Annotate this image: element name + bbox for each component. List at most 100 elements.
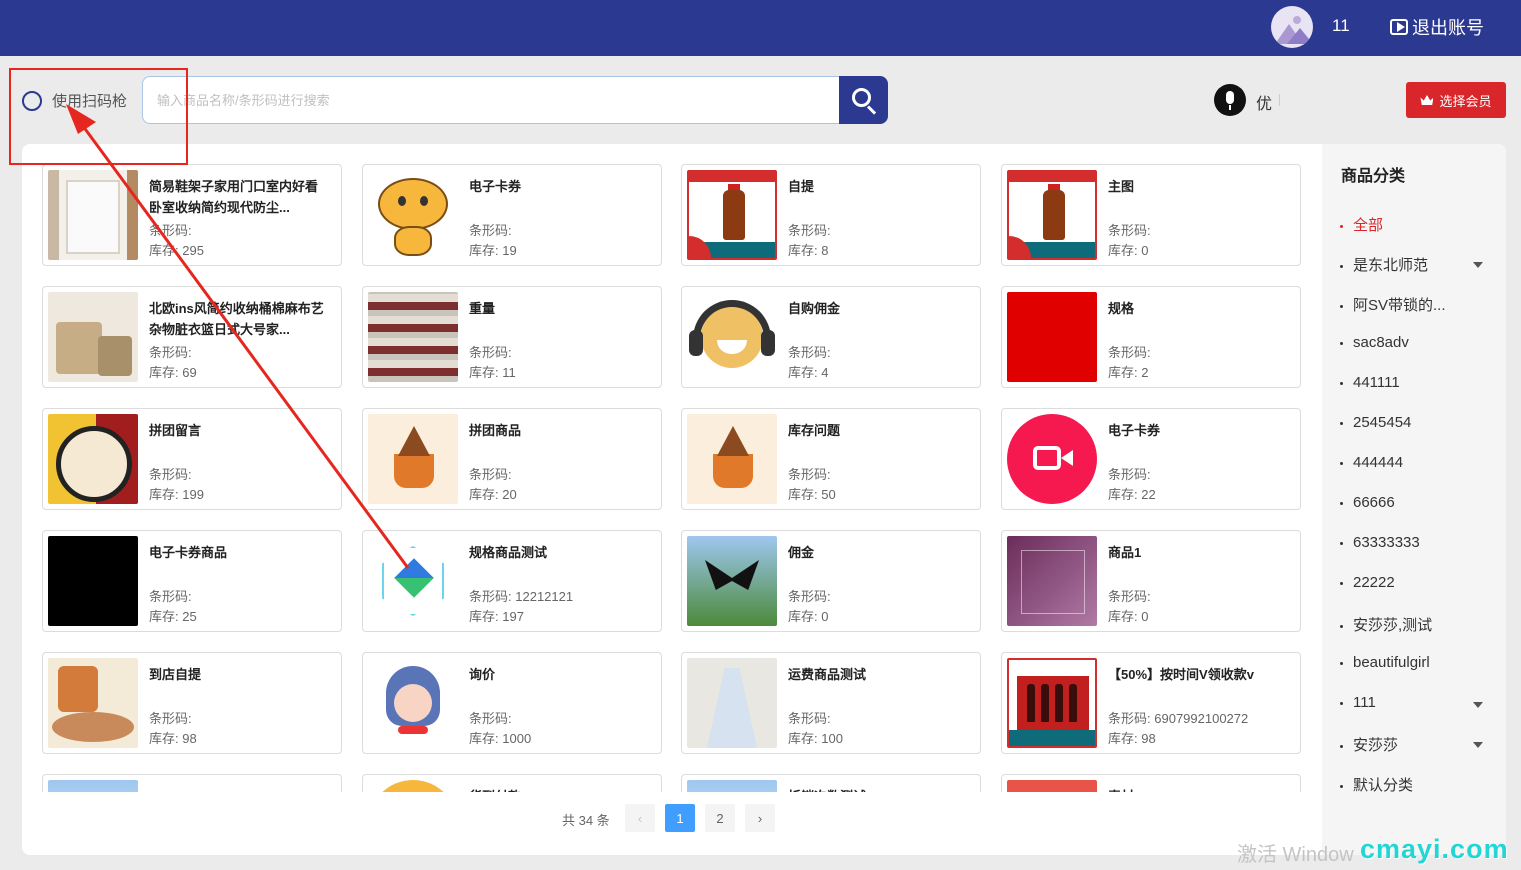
- product-card[interactable]: 北欧ins风简约收纳桶棉麻布艺杂物脏衣篮日式大号家... 条形码: 库存: 69: [42, 286, 342, 388]
- product-stock: 库存: 20: [469, 487, 517, 502]
- category-item[interactable]: 111: [1340, 694, 1490, 711]
- chevron-down-icon[interactable]: [1473, 742, 1483, 748]
- product-card[interactable]: 拼团留言 条形码: 库存: 199: [42, 408, 342, 510]
- category-item[interactable]: 默认分类: [1340, 774, 1490, 795]
- product-card[interactable]: 规格商品测试 条形码: 12212121 库存: 197: [362, 530, 662, 632]
- category-item[interactable]: 是东北师范: [1340, 254, 1490, 275]
- product-card[interactable]: 到店自提 条形码: 库存: 98: [42, 652, 342, 754]
- product-thumbnail: [1007, 170, 1097, 260]
- product-barcode: 条形码: 6907992100272: [1108, 711, 1249, 726]
- category-label: 是东北师范: [1353, 257, 1429, 274]
- product-card[interactable]: 主图 条形码: 库存: 0: [1001, 164, 1301, 266]
- product-name: 自购佣金: [788, 301, 841, 316]
- product-thumbnail: [687, 780, 777, 792]
- product-name: 电子卡券商品: [149, 545, 228, 560]
- logout-button[interactable]: 退出账号: [1390, 14, 1484, 40]
- product-card[interactable]: 1000000000000000000000000: [42, 774, 342, 792]
- product-name: 重量: [469, 301, 496, 316]
- product-card[interactable]: 运费商品测试 条形码: 库存: 100: [681, 652, 981, 754]
- pagination-prev-button[interactable]: ‹: [625, 804, 655, 832]
- product-card[interactable]: 自购佣金 条形码: 库存: 4: [681, 286, 981, 388]
- product-name: 1000000000000000000000000: [149, 786, 329, 792]
- pagination-page-1[interactable]: 1: [665, 804, 695, 832]
- microphone-icon[interactable]: [1214, 84, 1246, 116]
- search-input[interactable]: [142, 76, 840, 124]
- product-barcode: 条形码:: [1108, 467, 1151, 482]
- category-item[interactable]: 444444: [1340, 454, 1490, 471]
- product-stock: 库存: 11: [469, 365, 516, 380]
- product-name: 简易鞋架子家用门口室内好看卧室收纳简约现代防尘...: [149, 179, 319, 215]
- product-card[interactable]: 商品1 条形码: 库存: 0: [1001, 530, 1301, 632]
- product-thumbnail: [368, 170, 458, 260]
- product-stock: 库存: 22: [1108, 487, 1156, 502]
- product-card[interactable]: 素材: [1001, 774, 1301, 792]
- product-card[interactable]: 规格 条形码: 库存: 2: [1001, 286, 1301, 388]
- logout-icon: [1390, 19, 1408, 35]
- activate-windows-watermark: 激活 Window: [1237, 844, 1354, 866]
- search-button[interactable]: [839, 76, 888, 124]
- text-caret: [1279, 94, 1280, 106]
- product-card[interactable]: 货到付款: [362, 774, 662, 792]
- category-item[interactable]: 安莎莎: [1340, 734, 1490, 755]
- category-item[interactable]: beautifulgirl: [1340, 654, 1490, 671]
- product-name: 拆销次数测试: [788, 786, 968, 792]
- category-item[interactable]: 安莎莎,测试: [1340, 614, 1490, 635]
- category-item[interactable]: 全部: [1340, 214, 1490, 235]
- product-stock: 库存: 98: [1108, 731, 1156, 746]
- pagination-page-2[interactable]: 2: [705, 804, 735, 832]
- product-card[interactable]: 询价 条形码: 库存: 1000: [362, 652, 662, 754]
- category-item[interactable]: sac8adv: [1340, 334, 1490, 351]
- chevron-down-icon[interactable]: [1473, 702, 1483, 708]
- product-card[interactable]: 简易鞋架子家用门口室内好看卧室收纳简约现代防尘... 条形码: 库存: 295: [42, 164, 342, 266]
- product-card[interactable]: 电子卡券条形码: 库存: 22: [1001, 408, 1301, 510]
- product-card[interactable]: 自提 条形码: 库存: 8: [681, 164, 981, 266]
- product-barcode: 条形码:: [469, 711, 512, 726]
- category-item[interactable]: 2545454: [1340, 414, 1490, 431]
- top-bar: 11 退出账号: [0, 0, 1521, 56]
- product-card[interactable]: 电子卡券 条形码: 库存: 19: [362, 164, 662, 266]
- category-label: 63333333: [1353, 534, 1420, 551]
- product-card[interactable]: 拼团商品 条形码: 库存: 20: [362, 408, 662, 510]
- category-item[interactable]: 63333333: [1340, 534, 1490, 551]
- product-stock: 库存: 0: [788, 609, 829, 624]
- product-card[interactable]: 【50%】按时间V领收款v 条形码: 6907992100272 库存: 98: [1001, 652, 1301, 754]
- product-card[interactable]: 拆销次数测试: [681, 774, 981, 792]
- product-barcode: 条形码:: [469, 467, 512, 482]
- product-stock: 库存: 1000: [469, 731, 532, 746]
- product-barcode: 条形码:: [788, 711, 831, 726]
- product-name: 主图: [1108, 179, 1135, 194]
- category-item[interactable]: 66666: [1340, 494, 1490, 511]
- product-name: 电子卡券: [1108, 423, 1161, 438]
- logout-label: 退出账号: [1412, 18, 1484, 38]
- category-item[interactable]: 441111: [1340, 374, 1490, 391]
- pagination-next-button[interactable]: ›: [745, 804, 775, 832]
- product-stock: 库存: 69: [149, 365, 197, 380]
- product-barcode: 条形码:: [149, 345, 192, 360]
- avatar[interactable]: [1271, 6, 1313, 48]
- category-item[interactable]: 22222: [1340, 574, 1490, 591]
- product-barcode: 条形码:: [149, 223, 192, 238]
- category-label: 441111: [1353, 374, 1400, 391]
- site-watermark: cmayi.com: [1360, 834, 1509, 864]
- product-stock: 库存: 295: [149, 243, 204, 258]
- category-label: 66666: [1353, 494, 1395, 511]
- product-name: 【50%】按时间V领收款v: [1108, 667, 1254, 682]
- product-card[interactable]: 重量 条形码: 库存: 11: [362, 286, 662, 388]
- product-barcode: 条形码: 12212121: [469, 589, 574, 604]
- product-name: 库存问题: [788, 423, 841, 438]
- category-label: beautifulgirl: [1353, 654, 1430, 671]
- product-barcode: 条形码:: [788, 345, 831, 360]
- product-stock: 库存: 98: [149, 731, 197, 746]
- category-label: 全部: [1353, 217, 1384, 234]
- category-item[interactable]: 阿SV带锁的...: [1340, 294, 1490, 315]
- product-card[interactable]: 电子卡券商品 条形码: 库存: 25: [42, 530, 342, 632]
- product-stock: 库存: 19: [469, 243, 517, 258]
- product-thumbnail: [48, 414, 138, 504]
- product-name: 自提: [788, 179, 815, 194]
- select-member-button[interactable]: 选择会员: [1406, 82, 1506, 118]
- product-card[interactable]: 库存问题 条形码: 库存: 50: [681, 408, 981, 510]
- product-card[interactable]: 佣金 条形码: 库存: 0: [681, 530, 981, 632]
- chevron-down-icon[interactable]: [1473, 262, 1483, 268]
- product-thumbnail: [687, 658, 777, 748]
- product-thumbnail: [368, 414, 458, 504]
